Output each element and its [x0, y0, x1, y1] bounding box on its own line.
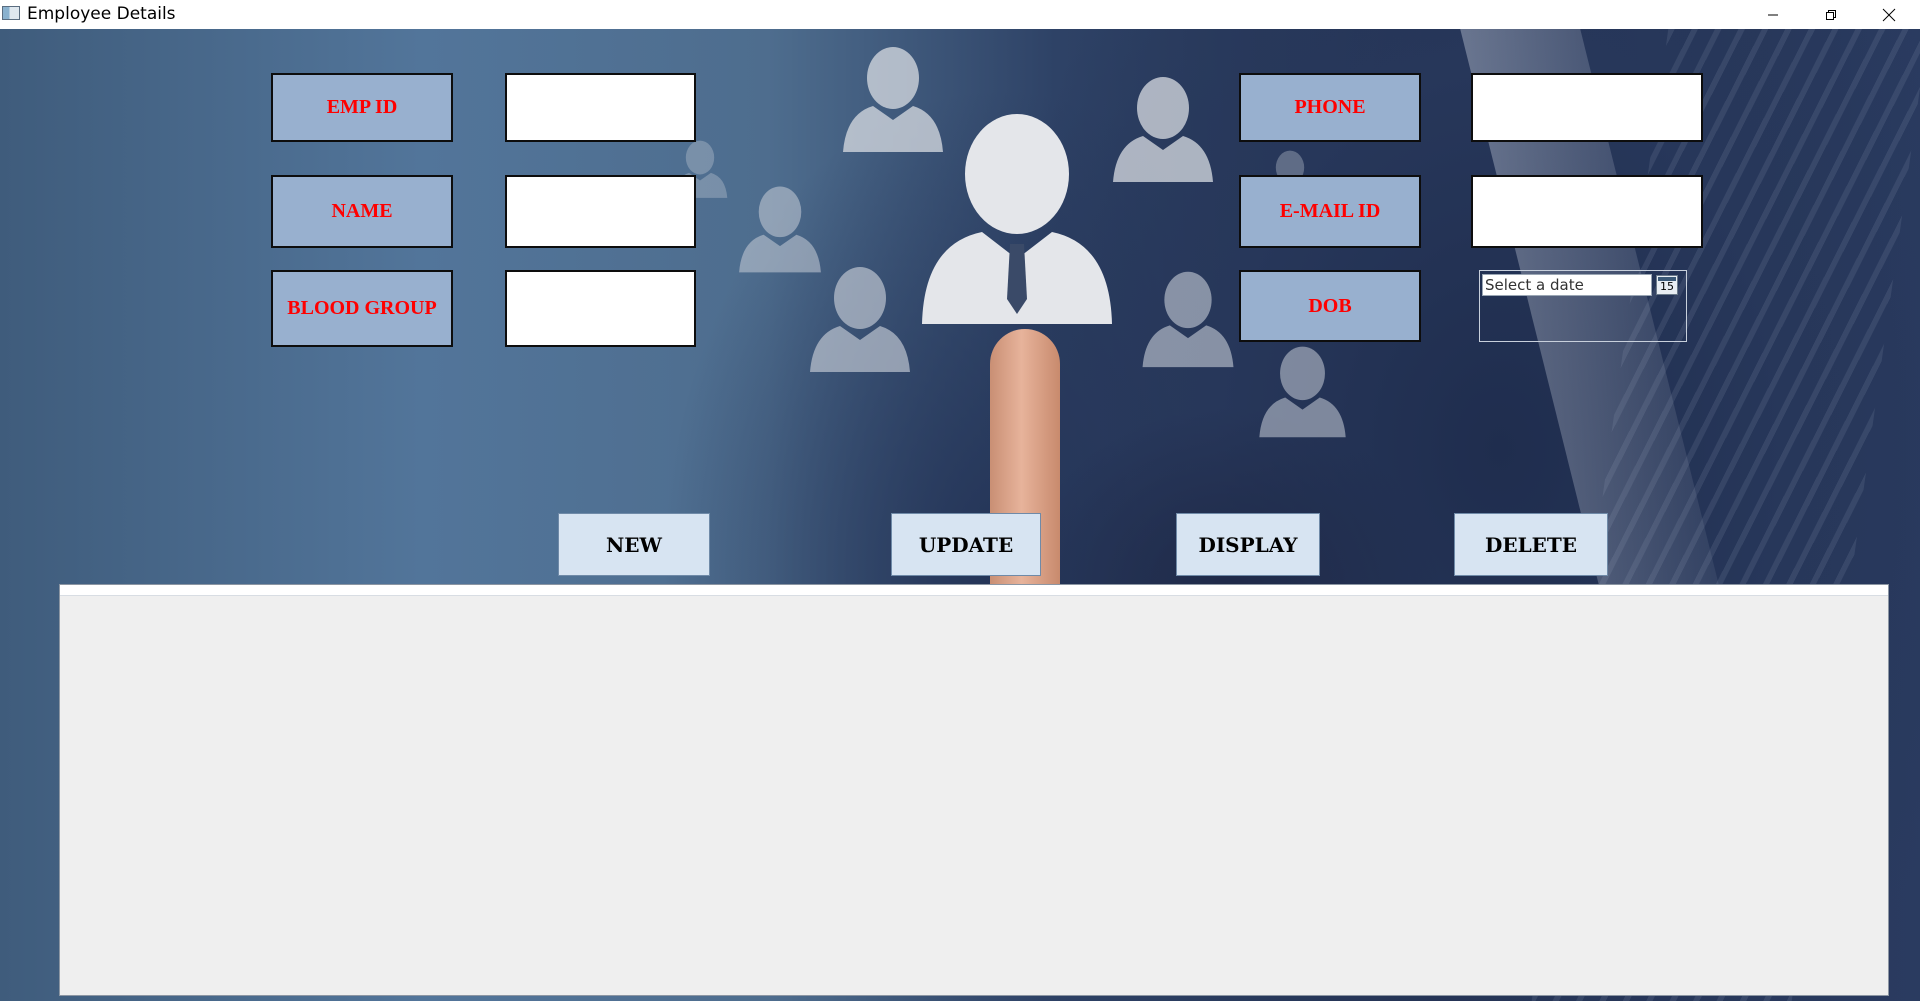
dob-label: DOB: [1239, 270, 1421, 342]
calendar-icon[interactable]: 15: [1656, 275, 1678, 295]
name-input[interactable]: [505, 175, 696, 248]
blood-group-label: BLOOD GROUP: [271, 270, 453, 347]
blood-group-input[interactable]: [505, 270, 696, 347]
person-icon: [1255, 344, 1350, 439]
emp-id-label: EMP ID: [271, 73, 453, 142]
employee-data-grid[interactable]: [59, 584, 1889, 996]
person-icon: [838, 44, 948, 154]
person-icon: [805, 264, 915, 374]
phone-label: PHONE: [1239, 73, 1421, 142]
email-label: E-MAIL ID: [1239, 175, 1421, 248]
emp-id-input[interactable]: [505, 73, 696, 142]
close-icon[interactable]: [1860, 0, 1918, 29]
display-button[interactable]: DISPLAY: [1176, 513, 1320, 576]
minimize-icon[interactable]: [1744, 0, 1802, 29]
name-label: NAME: [271, 175, 453, 248]
dob-date-picker: Select a date 15: [1479, 270, 1687, 342]
delete-button[interactable]: DELETE: [1454, 513, 1608, 576]
phone-input[interactable]: [1471, 73, 1703, 142]
app-icon: [2, 6, 20, 20]
restore-icon[interactable]: [1802, 0, 1860, 29]
email-input[interactable]: [1471, 175, 1703, 248]
update-button[interactable]: UPDATE: [891, 513, 1041, 576]
grid-header: [60, 585, 1888, 596]
calendar-day: 15: [1660, 280, 1674, 293]
person-icon: [1108, 74, 1218, 184]
window-title: Employee Details: [27, 4, 176, 24]
new-button[interactable]: NEW: [558, 513, 710, 576]
title-bar: Employee Details: [0, 0, 1920, 29]
dob-date-input[interactable]: Select a date: [1482, 274, 1652, 296]
person-icon: [1138, 269, 1238, 369]
person-icon: [735, 184, 825, 274]
